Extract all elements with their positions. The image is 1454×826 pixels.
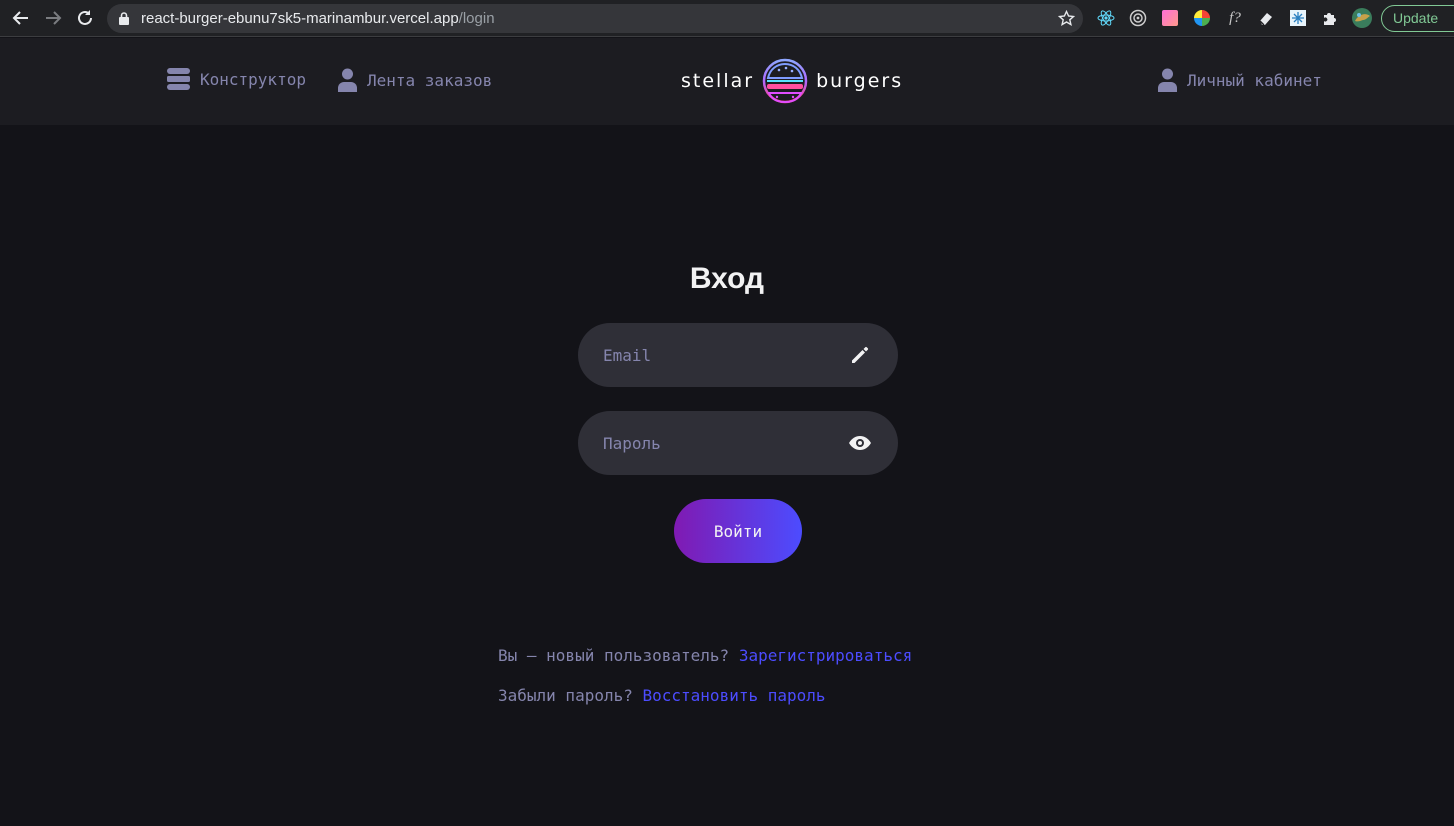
logo-word-burgers: burgers [816,70,904,92]
avatar-icon[interactable] [1351,7,1373,29]
page-title: Вход [689,262,765,295]
gradient-square-icon[interactable] [1161,9,1179,27]
url-path: /login [458,10,495,27]
forgot-password-prompt: Забыли пароль? Восстановить пароль [498,686,826,705]
snowflake-icon[interactable] [1289,9,1307,27]
stellar-burgers-logo[interactable]: stellar burgers [681,57,973,105]
eraser-icon[interactable] [1257,9,1275,27]
burger-icon [167,68,190,90]
register-prompt-text: Вы — новый пользователь? [498,646,730,665]
restore-password-link[interactable]: Восстановить пароль [643,686,826,705]
forward-button[interactable] [41,6,65,30]
reload-icon [78,10,92,25]
arrow-left-icon [12,11,28,25]
update-button[interactable]: Update [1381,5,1454,32]
url-text: react-burger-ebunu7sk5-marinambur.vercel… [141,10,495,27]
puzzle-icon[interactable] [1321,9,1339,27]
email-field[interactable] [578,323,898,387]
password-field[interactable] [578,411,898,475]
nav-order-feed-label: Лента заказов [367,70,493,90]
password-input[interactable] [603,411,843,475]
app-header: Конструктор Лента заказов stellar burger… [0,38,1454,125]
url-host: react-burger-ebunu7sk5-marinambur.vercel… [141,10,459,27]
bookmark-star-icon[interactable] [1058,10,1075,27]
font-question-icon[interactable]: f? [1225,9,1245,27]
back-button[interactable] [9,6,33,30]
forgot-password-prompt-text: Забыли пароль? [498,686,633,705]
user-icon [1158,68,1177,92]
login-button[interactable]: Войти [674,499,802,563]
user-icon [338,68,357,92]
browser-toolbar: react-burger-ebunu7sk5-marinambur.vercel… [0,0,1454,37]
register-prompt: Вы — новый пользователь? Зарегистрироват… [498,646,912,665]
nav-constructor-label: Конструктор [200,69,306,89]
reload-button[interactable] [73,6,97,30]
nav-order-feed[interactable]: Лента заказов [338,68,492,92]
edit-icon[interactable] [848,343,872,367]
show-password-icon[interactable] [848,431,872,455]
lock-icon [119,12,129,25]
color-wheel-icon[interactable] [1193,9,1211,27]
register-link[interactable]: Зарегистрироваться [739,646,912,665]
arrow-right-icon [46,11,62,25]
logo-word-stellar: stellar [681,70,755,92]
email-input[interactable] [603,323,843,387]
address-bar[interactable]: react-burger-ebunu7sk5-marinambur.vercel… [107,4,1083,33]
nav-profile[interactable]: Личный кабинет [1158,68,1322,92]
react-devtools-icon[interactable] [1097,9,1115,27]
burger-logo-icon [762,58,808,104]
nav-profile-label: Личный кабинет [1187,70,1322,90]
target-icon[interactable] [1129,9,1147,27]
nav-constructor[interactable]: Конструктор [167,68,306,90]
